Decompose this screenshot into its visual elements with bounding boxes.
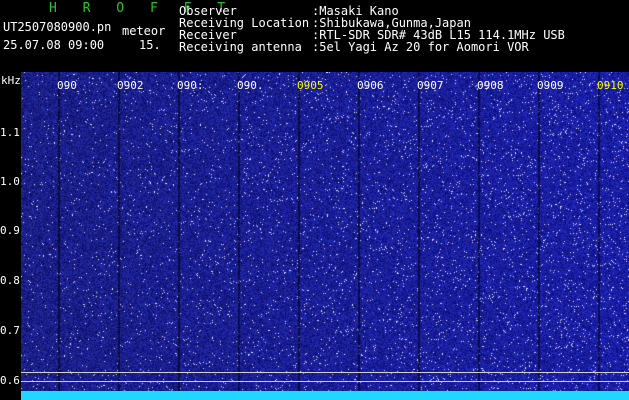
x-tick-label: 0907 <box>417 79 444 92</box>
header-panel: H R O F F T UT2507080900.pn meteor 25.07… <box>0 0 629 72</box>
mode-label: meteor <box>122 24 166 38</box>
x-tick-label: 090 <box>57 79 77 92</box>
antenna-value: :5el Yagi Az 20 for Aomori VOR <box>312 40 529 54</box>
x-tick-label: 0910 <box>597 79 624 92</box>
date-time: 25.07.08 09:00 <box>3 38 105 52</box>
spectrogram-plot <box>21 72 629 400</box>
y-tick-label: 0.9 <box>0 224 20 237</box>
antenna-label: Receiving antenna <box>179 40 302 54</box>
x-tick-label: 0905 <box>297 79 324 92</box>
y-tick-label: 1.1 <box>0 126 20 139</box>
x-tick-label: 090. <box>237 79 264 92</box>
reference-line <box>21 372 629 373</box>
file-name: UT2507080900.pn <box>3 20 112 34</box>
y-tick-label: 1.0 <box>0 175 20 188</box>
x-tick-label: 0902 <box>117 79 144 92</box>
x-tick-label: 090: <box>177 79 204 92</box>
x-tick-label: 0906 <box>357 79 384 92</box>
y-axis: kHz 1.1 1.0 0.9 0.8 0.7 0.6 <box>0 72 21 400</box>
y-axis-unit: kHz <box>1 74 21 87</box>
reference-line <box>21 381 629 382</box>
signal-band <box>21 391 629 400</box>
x-tick-label: 0908 <box>477 79 504 92</box>
y-tick-label: 0.7 <box>0 324 20 337</box>
y-tick-label: 0.8 <box>0 274 20 287</box>
x-tick-label: 0909 <box>537 79 564 92</box>
interval-value: 15. <box>139 38 161 52</box>
y-tick-label: 0.6 <box>0 374 20 387</box>
